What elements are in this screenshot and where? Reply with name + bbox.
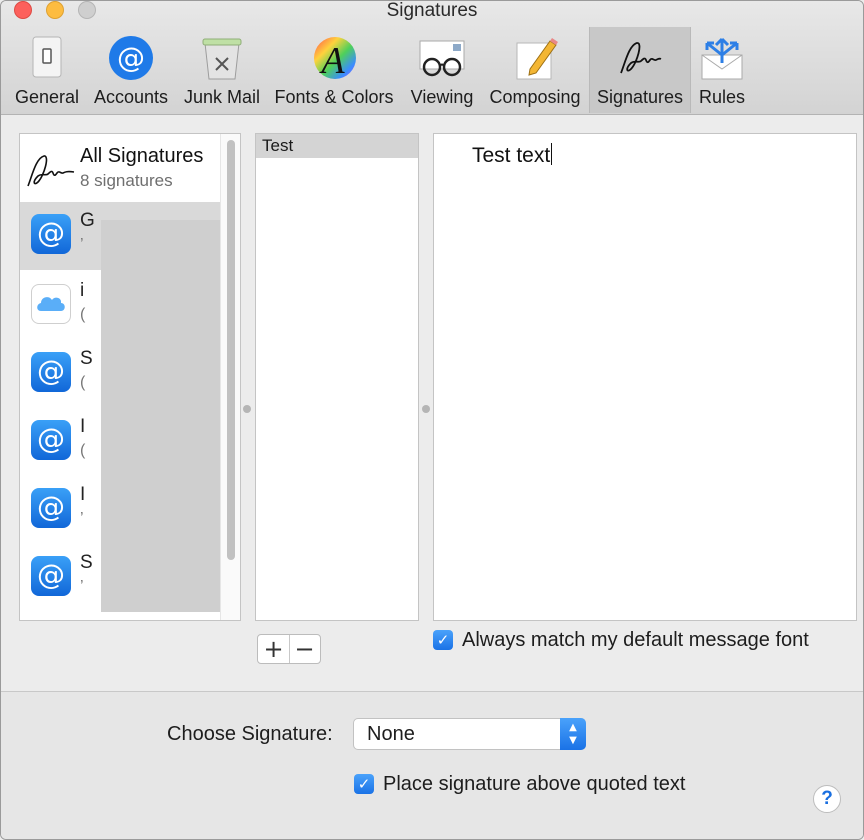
signature-editor[interactable]: Test text [433, 133, 857, 621]
all-signatures-title: All Signatures [80, 145, 204, 167]
accounts-list: All Signatures 8 signatures @ G ’ i ( @ … [19, 133, 241, 621]
add-remove-buttons: + − [257, 634, 321, 664]
rules-icon [701, 37, 743, 80]
trash-icon [202, 38, 242, 80]
redacted-region [101, 220, 233, 612]
toolbar-label: General [14, 87, 80, 107]
match-font-label: Always match my default message font [462, 629, 809, 651]
account-name: i [80, 280, 85, 301]
toolbar-label: Composing [489, 87, 581, 107]
scrollbar-thumb[interactable] [227, 140, 235, 560]
signatures-list: Test [255, 133, 419, 621]
choose-signature-select[interactable]: None ▲ ▼ [353, 718, 586, 750]
toolbar-label: Rules [698, 87, 746, 107]
account-detail: ( [80, 374, 86, 391]
choose-signature-label: Choose Signature: [167, 723, 333, 745]
glasses-icon [419, 40, 465, 77]
toolbar-label: Fonts & Colors [274, 87, 394, 107]
toolbar-composing[interactable]: Composing [485, 27, 585, 113]
svg-text:A: A [318, 40, 345, 82]
signature-item[interactable]: Test [256, 134, 418, 158]
account-name: I [80, 416, 86, 437]
toolbar-viewing[interactable]: Viewing [405, 27, 479, 113]
account-detail: ’ [80, 510, 84, 527]
toolbar-fonts-colors[interactable]: A Fonts & Colors [269, 27, 399, 113]
at-icon: @ [31, 488, 71, 528]
accounts-scrollbar[interactable] [220, 134, 240, 620]
signature-text[interactable]: Test text [472, 143, 553, 168]
chevron-updown-icon: ▲ ▼ [560, 718, 586, 750]
account-detail: ’ [80, 578, 84, 595]
place-above-label: Place signature above quoted text [383, 773, 686, 795]
svg-text:@: @ [117, 41, 145, 74]
toolbar-signatures[interactable]: Signatures [589, 27, 691, 113]
help-button[interactable]: ? [813, 785, 841, 813]
toolbar-label: Signatures [596, 87, 684, 107]
account-name: S [80, 552, 93, 573]
switch-icon [32, 36, 62, 78]
account-name: I [80, 484, 86, 505]
text-cursor [551, 143, 553, 165]
all-signatures-count: 8 signatures [80, 171, 173, 190]
place-above-checkbox[interactable]: ✓ [354, 774, 374, 794]
split-handle[interactable] [422, 405, 430, 413]
at-icon: @ [31, 420, 71, 460]
at-icon: @ [31, 556, 71, 596]
all-signatures-row[interactable]: All Signatures 8 signatures [20, 134, 220, 202]
toolbar-general[interactable]: General [7, 27, 87, 113]
toolbar-accounts[interactable]: @ Accounts [89, 27, 173, 113]
choose-signature-value: None [367, 723, 415, 745]
toolbar-rules[interactable]: Rules [693, 27, 751, 113]
account-name: G [80, 210, 95, 231]
at-icon: @ [31, 352, 71, 392]
account-name: S [80, 348, 93, 369]
add-signature-button[interactable]: + [258, 635, 290, 663]
window-title: Signatures [386, 0, 478, 21]
pencil-icon [516, 38, 558, 80]
toolbar: Signatures General @ Accounts Junk Mail … [1, 1, 863, 115]
bottom-options [1, 692, 863, 839]
toolbar-junk-mail[interactable]: Junk Mail [179, 27, 265, 113]
at-icon: @ [31, 214, 71, 254]
match-font-checkbox[interactable]: ✓ [433, 630, 453, 650]
signature-icon [27, 155, 75, 187]
account-detail: ’ [80, 236, 84, 253]
toolbar-label: Viewing [410, 87, 474, 107]
icloud-icon [31, 284, 71, 324]
toolbar-label: Accounts [93, 87, 169, 107]
at-icon: @ [109, 36, 153, 80]
remove-signature-button[interactable]: − [289, 635, 320, 663]
fonts-colors-icon: A [314, 37, 356, 82]
split-handle[interactable] [243, 405, 251, 413]
toolbar-label: Junk Mail [183, 87, 261, 107]
account-detail: ( [80, 442, 86, 459]
account-detail: ( [80, 306, 86, 323]
signature-icon [620, 42, 662, 74]
signatures-preferences-window: Signatures General @ Accounts Junk Mail … [0, 0, 864, 840]
